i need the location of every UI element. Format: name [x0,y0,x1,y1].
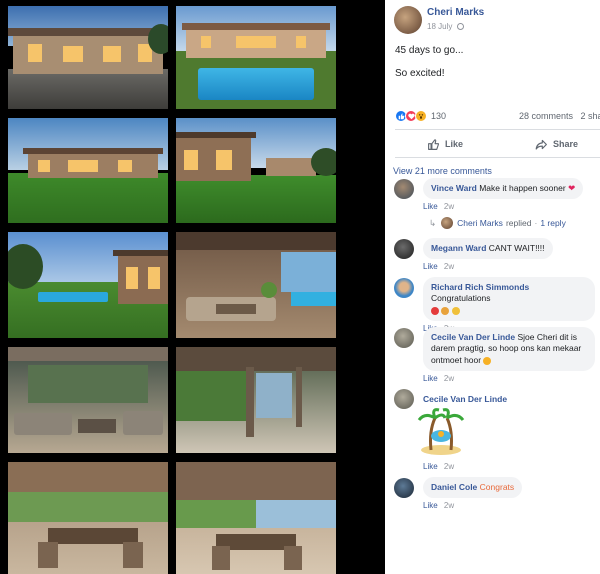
share-label: Share [553,139,579,149]
wink-emoji-icon [483,356,492,365]
comment-time[interactable]: 2w [444,462,454,471]
comment-bubble: Megann Ward CANT WAIT!!!! [423,238,553,260]
comment-bubble: Cecile Van Der Linde Sjoe Cheri dit is d… [423,327,595,372]
photo-lounge-terrace[interactable] [176,232,336,338]
comment-author[interactable]: Richard Rich Simmonds [431,282,529,292]
comment-like-button[interactable]: Like [423,462,438,471]
photo-veranda-fan[interactable] [176,462,336,574]
comment-time[interactable]: 2w [444,262,454,271]
comment-like-button[interactable]: Like [423,202,438,211]
comment-like-button[interactable]: Like [423,374,438,383]
reply-count: 1 reply [540,218,566,228]
comment-text: Make it happen sooner [479,183,566,193]
comment-time[interactable]: 2w [444,374,454,383]
engagement-counts[interactable]: 28 comments 2 share [519,111,600,121]
comment-item: Daniel Cole Congrats Like 2w [423,477,523,510]
comment-time[interactable]: 2w [444,501,454,510]
divider-top [395,129,600,130]
comment-avatar[interactable] [394,239,414,259]
photo-covered-patio[interactable] [176,347,336,453]
comment-meta: Like 2w [423,462,454,471]
reply-label: replied [505,218,532,228]
comment-like-button[interactable]: Like [423,501,438,510]
party-emoji-icon [451,306,460,315]
comment-avatar[interactable] [394,328,414,348]
photo-villa-lawn-right[interactable] [176,118,336,223]
author-name[interactable]: Cheri Marks [427,7,484,18]
photo-villa-pool[interactable] [176,6,336,109]
comment-text: CANT WAIT!!!! [488,243,545,253]
comment-avatar[interactable] [394,478,414,498]
like-button[interactable]: Like [427,137,463,151]
comment-item: Cecile Van Der Linde Sjoe Cheri dit is d… [423,327,595,383]
comment-author[interactable]: Cecile Van Der Linde [423,394,507,404]
comment-meta: Like 2w [423,202,583,211]
reply-separator: · [534,218,538,228]
comment-item: Richard Rich Simmonds Congratulations Li… [423,277,595,333]
comment-avatar[interactable] [394,179,414,199]
comment-like-button[interactable]: Like [423,262,438,271]
post-date[interactable]: 18 July [427,22,464,31]
comment-time[interactable]: 2w [444,202,454,211]
comment-meta: Like 2w [423,262,553,271]
comment-item: Cecile Van Der Linde [423,394,507,404]
comment-author[interactable]: Megann Ward [431,243,486,253]
reply-author: Cheri Marks [457,218,503,228]
reactions-summary[interactable]: 130 [395,109,446,123]
reply-arrow-icon: ↳ [429,217,437,228]
comment-author[interactable]: Vince Ward [431,183,477,193]
comment-avatar[interactable] [394,389,414,409]
photo-villa-driveway[interactable] [8,6,168,109]
shares-count[interactable]: 2 share [581,111,600,121]
photo-pool-garden[interactable] [8,232,168,338]
globe-icon [456,23,464,30]
view-more-comments-link[interactable]: View 21 more comments [393,166,492,176]
comment-text: Congrats [479,482,515,492]
comment-avatar[interactable] [394,278,414,298]
comment-text: Congratulations [431,293,491,304]
post-pane: Cheri Marks 18 July 45 days to go... So … [385,0,600,574]
beach-sticker-icon [417,406,465,456]
post-text-line1: 45 days to go... [395,45,464,56]
comment-meta: Like 2w [423,501,522,510]
balloon-emoji-icon [431,306,439,315]
photo-dining-veranda[interactable] [8,462,168,574]
heart-emoji-icon: ❤ [568,183,576,193]
thumbs-up-icon [428,138,439,150]
comment-bubble: Vince Ward Make it happen sooner ❤ [423,178,584,200]
like-label: Like [445,139,464,149]
confetti-emoji-icon [441,306,450,315]
reaction-count: 130 [431,111,447,121]
date-text[interactable]: 18 July [427,22,452,31]
comment-item: Megann Ward CANT WAIT!!!! Like 2w [423,238,553,271]
comment-bubble: Daniel Cole Congrats [423,477,523,499]
comment-author[interactable]: Cecile Van Der Linde [431,332,515,342]
photo-viewer [0,0,385,574]
share-arrow-icon [535,139,547,150]
author-avatar[interactable] [394,6,422,34]
comment-meta: Like 2w [423,374,595,383]
reply-avatar [441,217,454,229]
comment-author[interactable]: Daniel Cole [431,482,477,492]
comment-item: Vince Ward Make it happen sooner ❤ Like … [423,178,584,211]
wow-reaction-icon [415,110,427,122]
replies-summary[interactable]: ↳ Cheri Marks replied · 1 reply [429,217,566,229]
photo-outdoor-living[interactable] [8,347,168,453]
comments-count[interactable]: 28 comments [519,111,573,121]
post-text-line2: So excited! [395,68,445,79]
photo-villa-lawn-left[interactable] [8,118,168,223]
comment-bubble: Richard Rich Simmonds Congratulations [423,277,595,322]
divider-bottom [395,157,600,158]
share-button[interactable]: Share [535,137,578,151]
